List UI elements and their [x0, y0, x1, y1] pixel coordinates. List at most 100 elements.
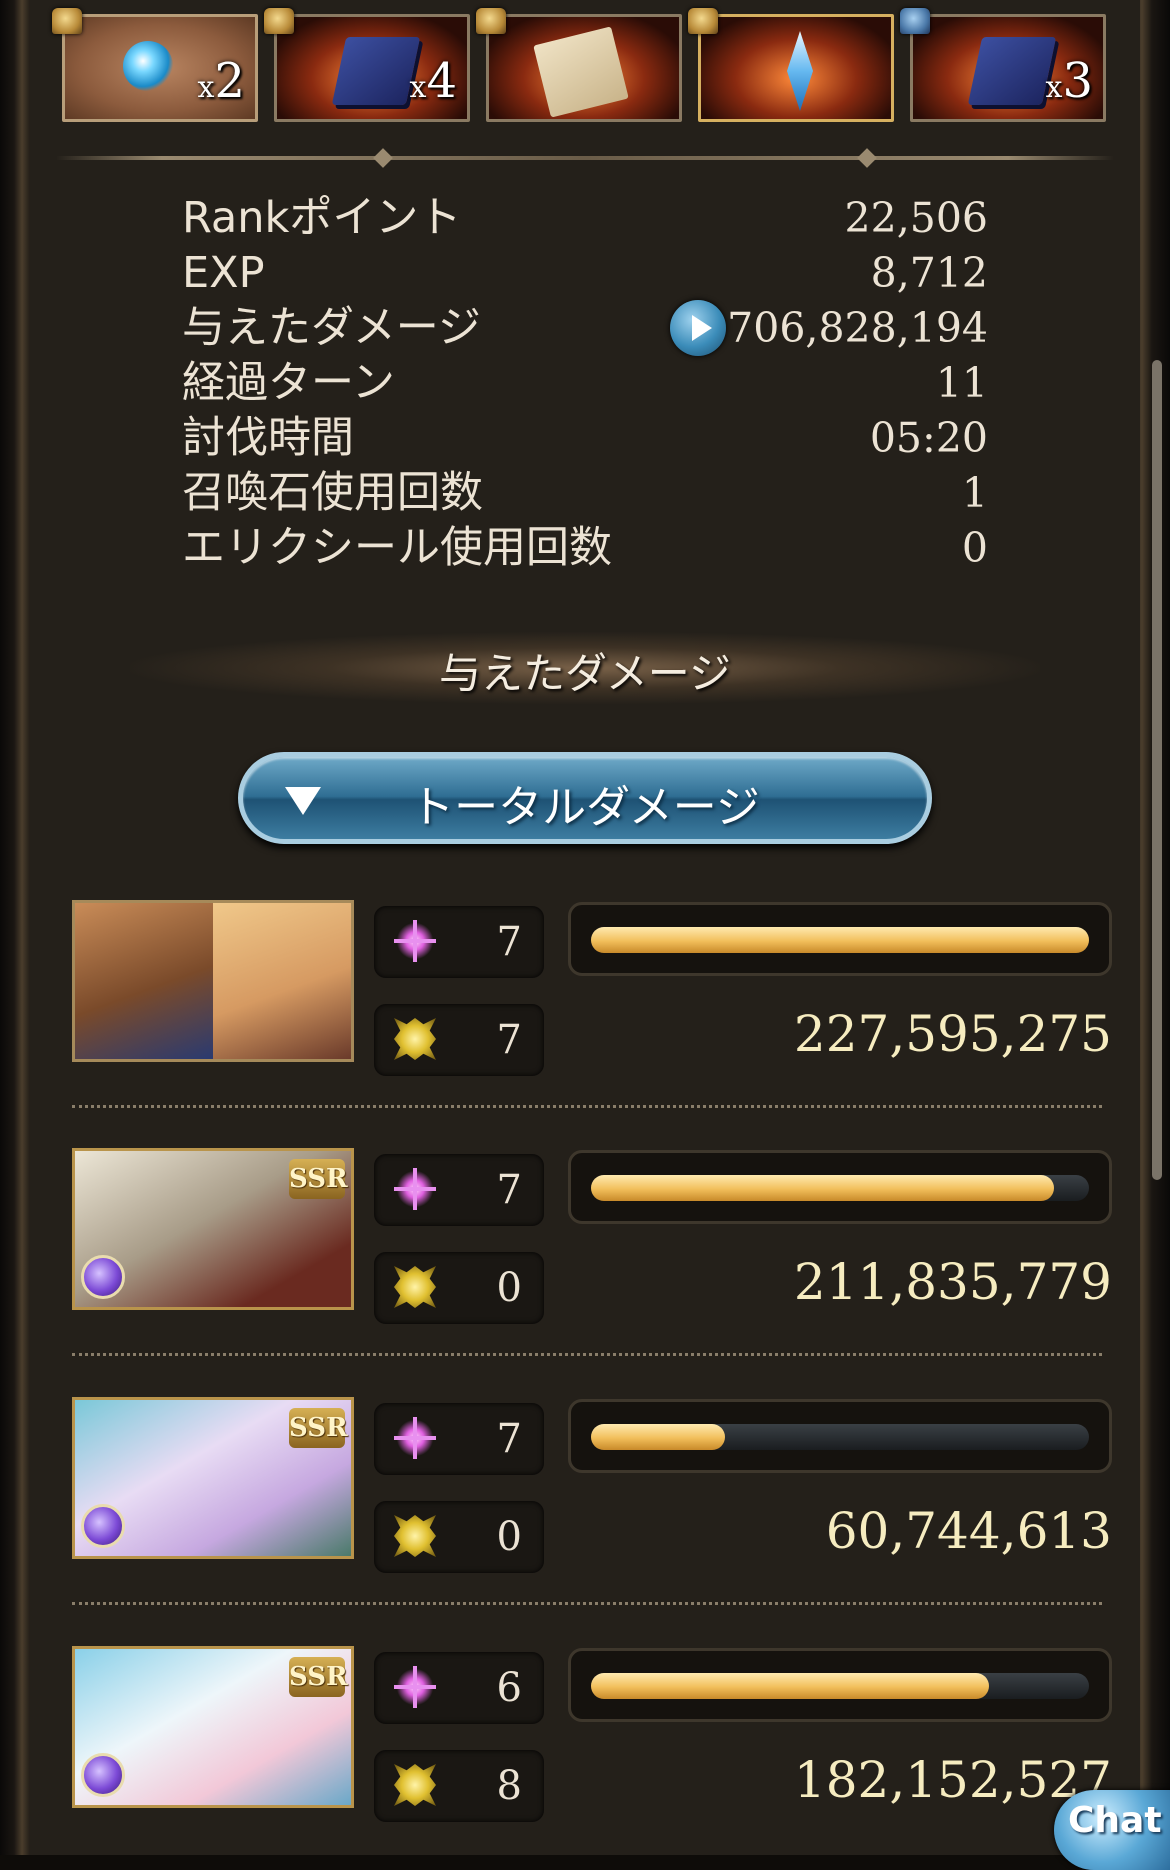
blue-book-icon	[331, 37, 421, 105]
dropdown-label: トータルダメージ	[410, 782, 760, 833]
stat-chip-value: 8	[496, 1763, 522, 1809]
dark-ssr-character-portrait[interactable]: SSR	[72, 1148, 354, 1310]
chat-button-label: Chat	[1068, 1800, 1162, 1841]
stat-chip-cross: 0	[374, 1501, 544, 1573]
sparkle-icon	[394, 1168, 436, 1210]
row-separator	[72, 1602, 1102, 1605]
cross-swords-icon	[394, 1018, 436, 1060]
damage-bar-fill	[591, 1673, 990, 1699]
reward-qty: 2	[214, 53, 245, 109]
stat-chip-cross: 8	[374, 1750, 544, 1822]
stat-label: 経過ターン	[182, 358, 395, 408]
reward-item[interactable]: x2	[62, 14, 258, 122]
dark-element-icon	[81, 1753, 125, 1797]
blue-book-icon	[967, 37, 1057, 105]
party-member-row: SSR 7 0 211,835,779	[72, 1148, 1112, 1328]
crystal-icon	[787, 31, 813, 111]
stat-label: 与えたダメージ	[182, 303, 481, 353]
dark-element-icon	[81, 1255, 125, 1299]
cross-swords-icon	[394, 1515, 436, 1557]
play-icon[interactable]	[670, 300, 726, 356]
damage-value: 227,595,275	[793, 1005, 1112, 1063]
scroll-icon	[533, 26, 629, 118]
stat-chip-cross: 0	[374, 1252, 544, 1324]
cross-swords-icon	[394, 1266, 436, 1308]
cross-swords-icon	[394, 1764, 436, 1806]
stat-chip-star: 7	[374, 1154, 544, 1226]
stat-label: Rankポイント	[182, 193, 462, 243]
damage-value: 211,835,779	[793, 1253, 1112, 1311]
stat-value: 22,506	[844, 194, 988, 242]
chest-icon	[688, 8, 718, 34]
stat-chip-value: 6	[496, 1665, 522, 1711]
sparkle-icon	[394, 1417, 436, 1459]
stat-label: エリクシール使用回数	[182, 523, 612, 573]
chat-button[interactable]: Chat	[1054, 1790, 1170, 1870]
stat-value: 11	[935, 359, 988, 407]
stat-chip-value: 7	[496, 1416, 522, 1462]
stat-chip-value: 7	[496, 1017, 522, 1063]
blue-orb-icon	[123, 41, 173, 91]
stat-chip-value: 0	[496, 1265, 522, 1311]
stat-label: EXP	[182, 248, 265, 298]
reward-qty-prefix: x	[1045, 70, 1063, 105]
damage-bar-fill	[591, 1175, 1055, 1201]
chest-icon	[476, 8, 506, 34]
total-damage-dropdown[interactable]: トータルダメージ	[238, 752, 932, 844]
stat-time: 討伐時間 05:20	[182, 412, 988, 467]
dark-element-icon	[81, 1504, 125, 1548]
sparkle-icon	[394, 1666, 436, 1708]
damage-value: 60,744,613	[825, 1502, 1112, 1560]
reward-item[interactable]: x4	[274, 14, 470, 122]
stat-value: 05:20	[869, 414, 988, 462]
ornament-divider	[56, 156, 1114, 160]
reward-item[interactable]: x3	[910, 14, 1106, 122]
damage-bar-fill	[591, 1424, 726, 1450]
ssr-badge: SSR	[289, 1159, 348, 1199]
scrollbar[interactable]	[1152, 360, 1162, 1180]
stat-chip-value: 7	[496, 1167, 522, 1213]
stat-chip-cross: 7	[374, 1004, 544, 1076]
stat-label: 召喚石使用回数	[182, 468, 483, 518]
female-character-face	[213, 903, 351, 1059]
section-heading-text: 与えたダメージ	[439, 649, 731, 698]
dark-ssr-character-portrait[interactable]: SSR	[72, 1397, 354, 1559]
chest-icon	[264, 8, 294, 34]
stat-chip-value: 7	[496, 919, 522, 965]
section-heading: 与えたダメージ	[130, 632, 1040, 704]
damage-bar	[568, 1648, 1112, 1722]
main-characters-portrait[interactable]	[72, 900, 354, 1062]
damage-bar	[568, 1399, 1112, 1473]
stat-rank-points: Rankポイント 22,506	[182, 192, 988, 247]
stat-value: 8,712	[870, 249, 988, 297]
reward-item[interactable]	[486, 14, 682, 122]
row-separator	[72, 1105, 1102, 1108]
sparkle-icon	[394, 920, 436, 962]
stat-value: 0	[961, 524, 988, 572]
ssr-badge: SSR	[289, 1657, 348, 1697]
ssr-badge: SSR	[289, 1408, 348, 1448]
stat-turns: 経過ターン 11	[182, 357, 988, 412]
battle-stats: Rankポイント 22,506 EXP 8,712 与えたダメージ 706,82…	[182, 192, 988, 577]
stat-label: 討伐時間	[182, 413, 354, 463]
stat-elixir-uses: エリクシール使用回数 0	[182, 522, 988, 577]
stat-chip-star: 6	[374, 1652, 544, 1724]
dark-ssr-character-portrait[interactable]: SSR	[72, 1646, 354, 1808]
stat-summon-uses: 召喚石使用回数 1	[182, 467, 988, 522]
damage-bar	[568, 902, 1112, 976]
reward-item[interactable]	[698, 14, 894, 122]
party-member-row: 7 7 227,595,275	[72, 900, 1112, 1080]
damage-bar-fill	[591, 927, 1089, 953]
stat-chip-star: 7	[374, 1403, 544, 1475]
stat-chip-star: 7	[374, 906, 544, 978]
party-member-row: SSR 7 0 60,744,613	[72, 1397, 1112, 1577]
damage-bar	[568, 1150, 1112, 1224]
reward-qty: 4	[426, 53, 457, 109]
stat-value: 706,828,194	[727, 304, 988, 352]
stat-exp: EXP 8,712	[182, 247, 988, 302]
stat-value: 1	[961, 469, 988, 517]
damage-value: 182,152,527	[793, 1751, 1112, 1809]
chest-icon	[900, 8, 930, 34]
party-member-row: SSR 6 8 182,152,527	[72, 1646, 1112, 1826]
stat-chip-value: 0	[496, 1514, 522, 1560]
